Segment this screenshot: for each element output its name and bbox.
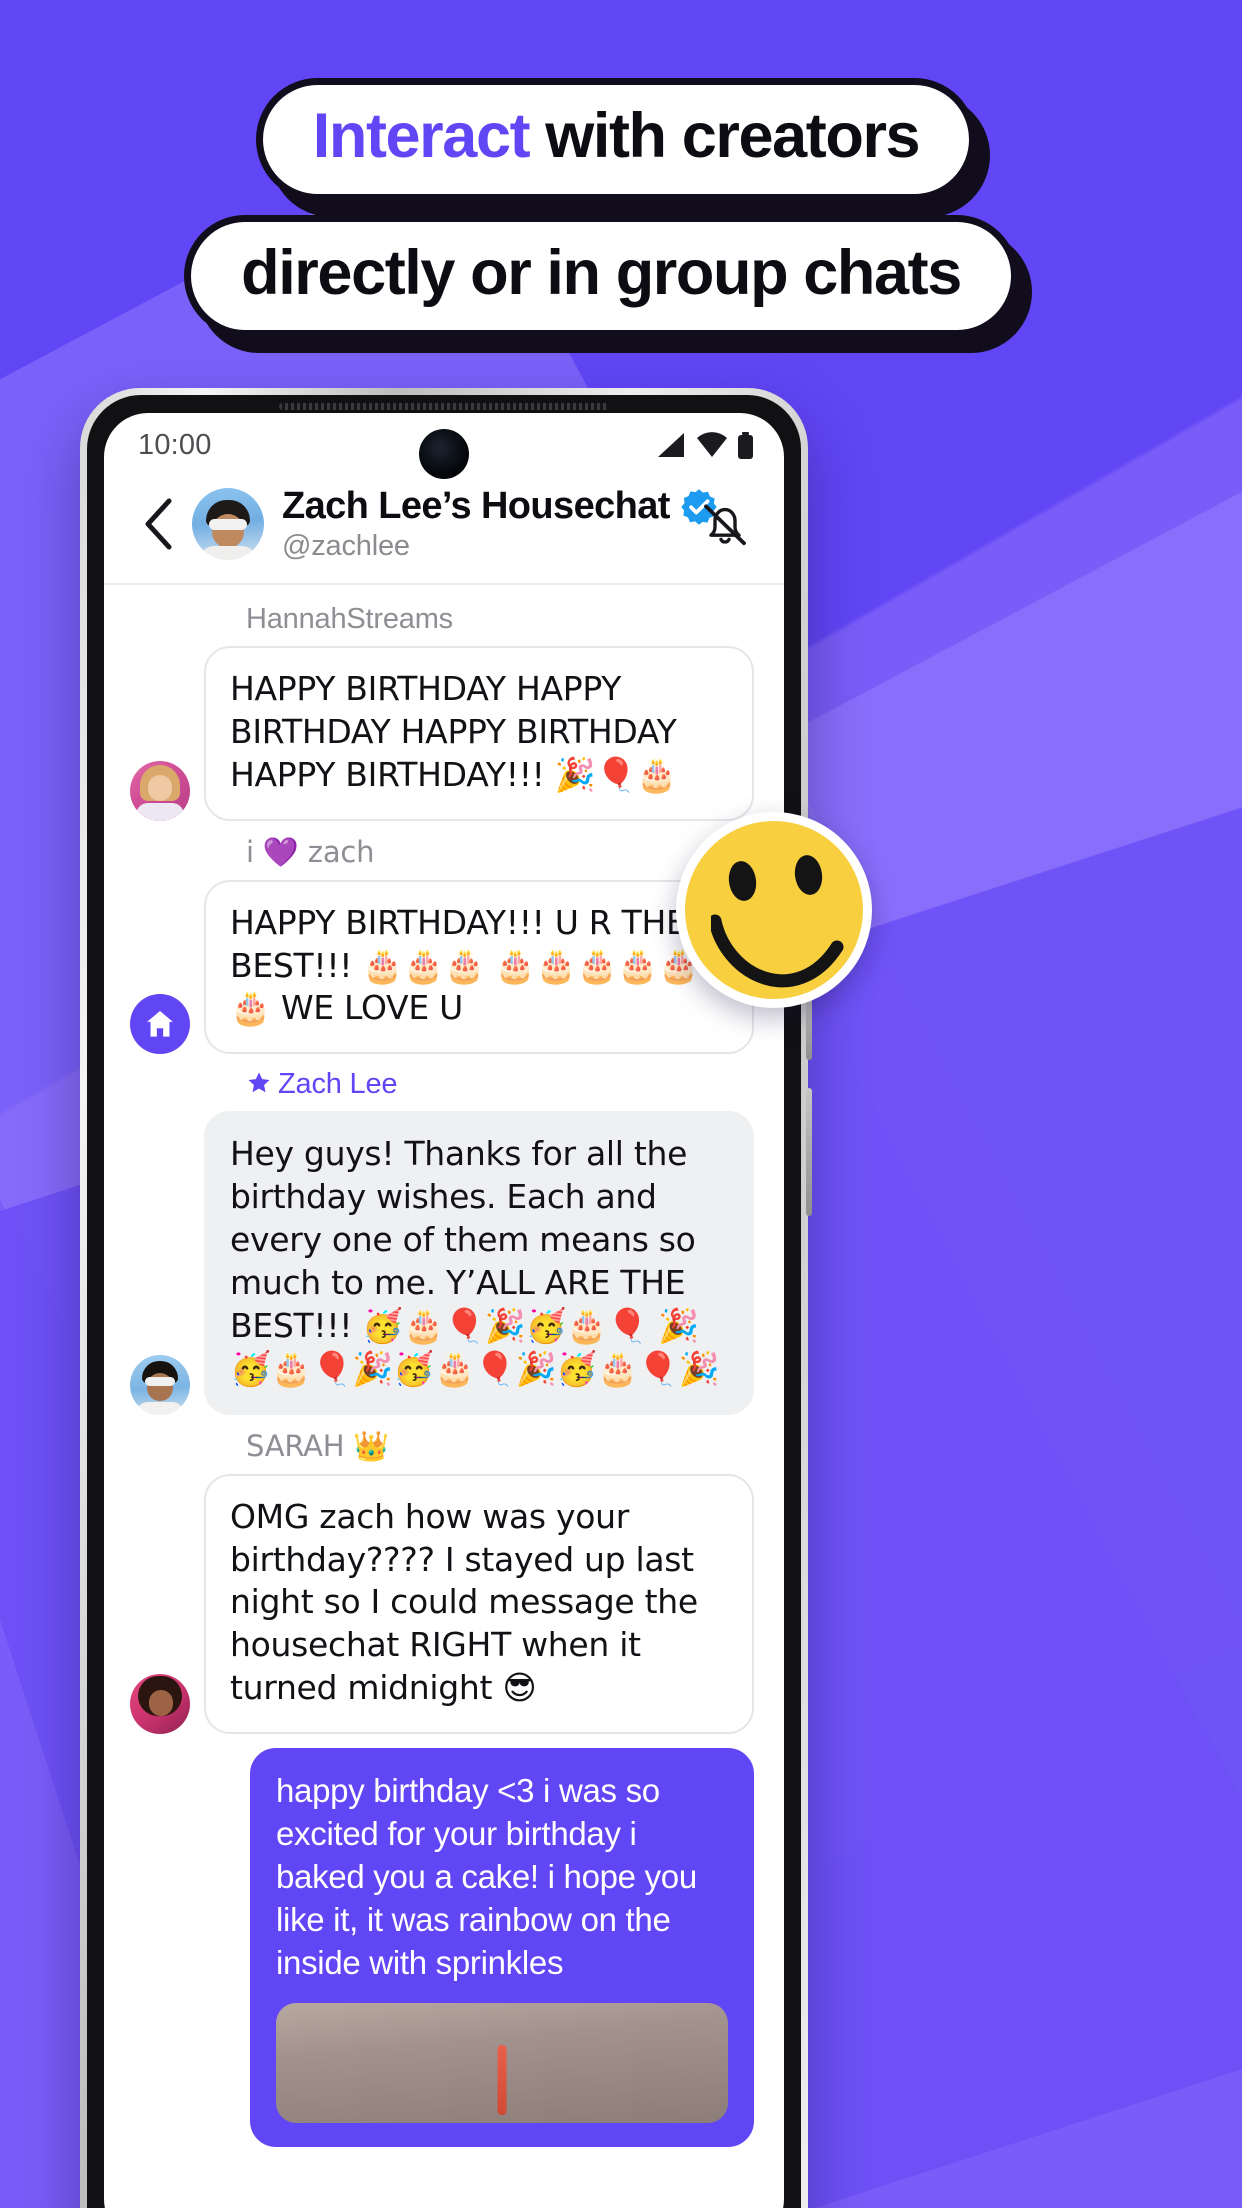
cake-photo-attachment[interactable]: [276, 2002, 728, 2123]
outgoing-message-text: happy birthday <3 i was so excited for y…: [276, 1772, 697, 1981]
creator-name: Zach Lee: [278, 1068, 398, 1101]
zach-lee-avatar[interactable]: [130, 1354, 190, 1415]
status-bar: 10:00: [104, 413, 784, 479]
phone-bezel: 10:00 Zach Lee’s Housechat @zachlee Hann…: [87, 395, 801, 2208]
promo-screenshot: Interact with creators directly or in gr…: [0, 0, 1242, 2208]
message-sender-name-creator: Zach Lee: [246, 1068, 754, 1101]
message-sender-name: SARAH 👑: [246, 1428, 390, 1463]
wifi-icon: [697, 432, 727, 457]
message-row: OMG zach how was your birthday???? I sta…: [130, 1473, 754, 1735]
avatar-body: [200, 546, 256, 560]
chat-title-row: Zach Lee’s Housechat: [282, 485, 717, 528]
message-group: SARAH 👑 OMG zach how was your birthday??…: [104, 1428, 784, 1735]
message-bubble-outgoing[interactable]: happy birthday <3 i was so excited for y…: [250, 1748, 754, 2147]
battery-icon: [738, 431, 753, 459]
housechat-house-avatar[interactable]: [130, 994, 190, 1055]
back-button[interactable]: [130, 496, 186, 552]
avatar-sunglasses: [209, 519, 247, 530]
chat-title-block[interactable]: Zach Lee’s Housechat @zachlee: [282, 485, 717, 563]
star-icon: [248, 1072, 270, 1093]
phone-speaker-grille: [279, 403, 609, 410]
phone-mockup: 10:00 Zach Lee’s Housechat @zachlee Hann…: [80, 388, 812, 2208]
message-bubble[interactable]: OMG zach how was your birthday???? I sta…: [204, 1473, 754, 1735]
message-row: HAPPY BIRTHDAY HAPPY BIRTHDAY HAPPY BIRT…: [130, 646, 754, 821]
headline-accent-word: Interact: [312, 101, 531, 171]
message-group: HannahStreams HAPPY BIRTHDAY HAPPY BIRTH…: [104, 603, 784, 821]
chat-title: Zach Lee’s Housechat: [282, 485, 670, 527]
status-bar-icons: [657, 431, 754, 459]
phone-power-button: [806, 1088, 812, 1216]
chat-avatar[interactable]: [192, 488, 264, 560]
headline-pill-1: Interact with creators: [255, 78, 977, 201]
phone-screen: 10:00 Zach Lee’s Housechat @zachlee Hann…: [104, 413, 784, 2208]
sarah-avatar[interactable]: [130, 1674, 190, 1735]
avatar-body: [136, 802, 184, 821]
smiley-mouth: [711, 914, 844, 988]
chat-header: Zach Lee’s Housechat @zachlee: [104, 477, 784, 585]
avatar-sunglasses: [145, 1376, 175, 1386]
front-camera-punchhole: [419, 429, 469, 479]
message-group-outgoing: happy birthday <3 i was so excited for y…: [104, 1748, 784, 2147]
message-bubble[interactable]: HAPPY BIRTHDAY HAPPY BIRTHDAY HAPPY BIRT…: [204, 646, 754, 821]
headline-line1-rest: with creators: [529, 101, 920, 171]
message-row: HAPPY BIRTHDAY!!! U R THE BEST!!! 🎂🎂🎂 🎂🎂…: [130, 879, 754, 1055]
mute-notifications-button[interactable]: [694, 493, 756, 555]
status-bar-clock: 10:00: [138, 428, 212, 461]
message-list[interactable]: HannahStreams HAPPY BIRTHDAY HAPPY BIRTH…: [104, 585, 784, 2147]
message-sender-name: i 💜 zach: [246, 834, 375, 869]
headline-block: Interact with creators directly or in gr…: [0, 78, 1242, 338]
smiley-left-eye: [726, 859, 759, 903]
smiley-face-sticker: [676, 812, 872, 1008]
hannah-avatar[interactable]: [130, 760, 190, 821]
message-row: Hey guys! Thanks for all the birthday wi…: [130, 1111, 754, 1415]
candle-shape: [497, 2044, 507, 2115]
message-group: Zach Lee Hey guys! Thanks for all the bi…: [104, 1068, 784, 1415]
smiley-right-eye: [792, 853, 825, 897]
house-icon: [147, 1011, 173, 1037]
signal-icon: [658, 433, 684, 457]
avatar-face: [148, 774, 172, 801]
message-bubble[interactable]: HAPPY BIRTHDAY!!! U R THE BEST!!! 🎂🎂🎂 🎂🎂…: [204, 879, 754, 1055]
avatar-body: [136, 1401, 184, 1415]
headline-line2: directly or in group chats: [241, 237, 962, 308]
message-bubble-creator[interactable]: Hey guys! Thanks for all the birthday wi…: [204, 1111, 754, 1415]
headline-pill-2: directly or in group chats: [184, 214, 1018, 338]
avatar-face: [149, 1690, 173, 1717]
message-row: happy birthday <3 i was so excited for y…: [130, 1748, 754, 2147]
chevron-left-icon: [145, 498, 172, 550]
bell-off-icon: [704, 504, 746, 546]
chat-handle: @zachlee: [282, 530, 410, 562]
message-sender-name: HannahStreams: [246, 603, 453, 635]
